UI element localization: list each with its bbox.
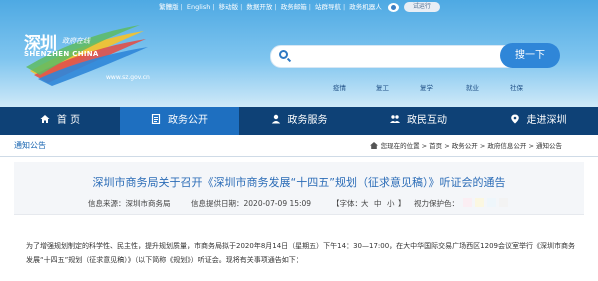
eye-protection-label: 视力保护色： [414, 199, 459, 208]
eye-color-swatch-gray[interactable] [499, 198, 508, 207]
article-source: 信息来源：深圳市商务局 [88, 199, 171, 208]
eye-color-swatch-blue[interactable] [487, 198, 496, 207]
breadcrumb-item-notices[interactable]: 通知公告 [536, 142, 562, 150]
logo-url: www.sz.gov.cn [106, 74, 150, 81]
link-gov-robot[interactable]: 政务机器人 [349, 0, 382, 15]
font-size-large[interactable]: 大 [361, 198, 369, 209]
article-paragraph: 发展“十四五”规划（征求意见稿）》（以下简称《规划》）听证会。现将有关事项通告如… [26, 256, 303, 264]
link-mobile[interactable]: 移动版 [219, 0, 239, 15]
breadcrumb: 您现在的位置 > 首页 > 政务公开 > 政府信息公开 > 通知公告 [369, 136, 562, 156]
search-box [270, 45, 512, 68]
main-nav: 首 页 政务公开 政务服务 政民互动 走进深圳 [0, 107, 598, 135]
font-size-medium[interactable]: 中 [374, 198, 382, 209]
site-logo[interactable]: 深圳 政府在线 SHENZHEN CHINA www.sz.gov.cn [22, 25, 152, 87]
home-icon [40, 115, 50, 123]
search-icon [279, 50, 288, 59]
link-gov-mail[interactable]: 政务邮箱 [281, 0, 307, 15]
hot-keyword-resume-school[interactable]: 复学 [420, 82, 433, 92]
location-pin-icon [510, 114, 519, 124]
article-date: 信息提供日期：2020-07-09 15:09 [191, 199, 312, 208]
search-button[interactable]: 搜一下 [500, 43, 560, 68]
search-input[interactable] [293, 49, 507, 66]
document-icon [151, 114, 161, 124]
link-site-nav[interactable]: 站群导航 [315, 0, 341, 15]
nav-gov-service[interactable]: 政务服务 [239, 107, 359, 135]
nav-enter-shenzhen[interactable]: 走进深圳 [478, 107, 598, 135]
article-paragraph: 为了增强规划制定的科学性、民主性，提升规划质量，市商务局拟于2020年8月14日… [26, 242, 575, 250]
nav-home[interactable]: 首 页 [0, 107, 120, 135]
nav-enter-shenzhen-label: 走进深圳 [526, 115, 567, 126]
nav-home-label: 首 页 [56, 115, 81, 126]
nav-gov-affairs-open-label: 政务公开 [168, 115, 208, 126]
eye-color-swatch-yellow[interactable] [475, 198, 484, 207]
font-size-small[interactable]: 小 [387, 198, 395, 209]
user-service-icon [271, 114, 280, 124]
site-header: 繁體版 | English | 移动版 | 数据开放 | 政务邮箱 | 站群导航 | 政务机… [0, 0, 598, 107]
breadcrumb-item-gov-affairs[interactable]: 政务公开 [452, 142, 478, 150]
top-link-bar: 繁體版 | English | 移动版 | 数据开放 | 政务邮箱 | 站群导航 | 政务机… [0, 0, 598, 15]
link-open-data[interactable]: 数据开放 [246, 0, 272, 15]
section-title: 通知公告 [14, 141, 46, 150]
link-traditional[interactable]: 繁體版 [159, 0, 179, 15]
article-title: 深圳市商务局关于召开《深圳市商务发展“十四五”规划（征求意见稿）》听证会的通告 [92, 176, 506, 189]
care-mode-icon[interactable] [387, 2, 399, 12]
people-icon [390, 115, 400, 123]
hot-keyword-employment[interactable]: 就业 [466, 82, 479, 92]
eye-color-swatch-pink[interactable] [463, 198, 472, 207]
home-icon [369, 142, 378, 149]
logo-subtitle: 政府在线 [62, 37, 90, 45]
link-english[interactable]: English [187, 0, 210, 15]
font-size-close: 】 [398, 199, 406, 208]
nav-interaction-label: 政民互动 [407, 115, 447, 126]
breadcrumb-prefix: 您现在的位置 [380, 142, 420, 150]
hot-keyword-epidemic[interactable]: 疫情 [333, 82, 346, 92]
logo-english-title: SHENZHEN CHINA [24, 50, 99, 58]
nav-gov-service-label: 政务服务 [287, 115, 328, 126]
trial-version-button[interactable]: 试运行 [403, 2, 440, 12]
hot-keyword-social-security[interactable]: 社保 [510, 82, 523, 92]
article-body: 为了增强规划制定的科学性、民主性，提升规划质量，市商务局拟于2020年8月14日… [26, 239, 581, 267]
nav-interaction[interactable]: 政民互动 [359, 107, 478, 135]
breadcrumb-bar: 通知公告 您现在的位置 > 首页 > 政务公开 > 政府信息公开 > 通知公告 [0, 136, 598, 157]
nav-gov-affairs-open[interactable]: 政务公开 [120, 107, 239, 135]
hot-keyword-resume-work[interactable]: 复工 [376, 82, 389, 92]
breadcrumb-item-gov-info[interactable]: 政府信息公开 [487, 142, 526, 150]
font-size-label: 【字体： [332, 199, 362, 208]
breadcrumb-item-home[interactable]: 首页 [429, 142, 442, 150]
article-header: 深圳市商务局关于召开《深圳市商务发展“十四五”规划（征求意见稿）》听证会的通告 … [14, 162, 584, 215]
